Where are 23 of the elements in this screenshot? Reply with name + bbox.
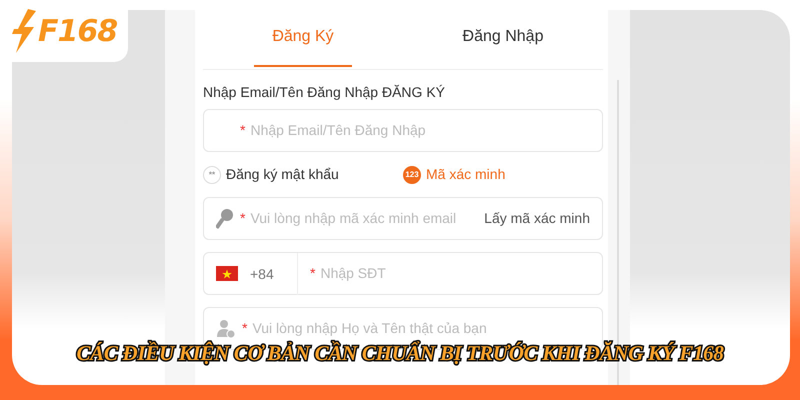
get-code-button[interactable]: Lấy mã xác minh [484, 208, 590, 229]
field-label: Nhập Email/Tên Đăng Nhập ĐĂNG KÝ [203, 83, 446, 102]
required-mark: * [240, 121, 246, 140]
lightning-icon [12, 9, 38, 53]
country-code: +84 [250, 252, 298, 294]
user-check-icon [216, 318, 236, 338]
input-field[interactable]: +84 * Nhập SĐT [203, 252, 603, 295]
tab[interactable]: Đăng Ký [203, 10, 403, 69]
method-option[interactable]: ** Đăng ký mật khẩu [203, 164, 403, 185]
required-mark: * [240, 209, 246, 228]
input-field[interactable]: * Nhập Email/Tên Đăng Nhập [203, 109, 603, 152]
key-icon [216, 208, 234, 228]
text-input[interactable]: Vui lòng nhập mã xác minh email [248, 207, 484, 230]
logo-text: F168 [38, 12, 118, 50]
text-input[interactable]: Nhập Email/Tên Đăng Nhập [248, 119, 590, 142]
text-input[interactable]: Nhập SĐT [318, 262, 590, 285]
tab[interactable]: Đăng Nhập [403, 10, 603, 69]
required-mark: * [242, 319, 248, 338]
flag-icon [216, 266, 238, 281]
method-option[interactable]: 123 Mã xác minh [403, 164, 603, 185]
input-field[interactable]: * Vui lòng nhập mã xác minh email Lấy mã xác minh [203, 197, 603, 240]
text-input[interactable]: Vui lòng nhập Họ và Tên thật của bạn [250, 317, 590, 340]
required-mark: * [310, 264, 316, 283]
